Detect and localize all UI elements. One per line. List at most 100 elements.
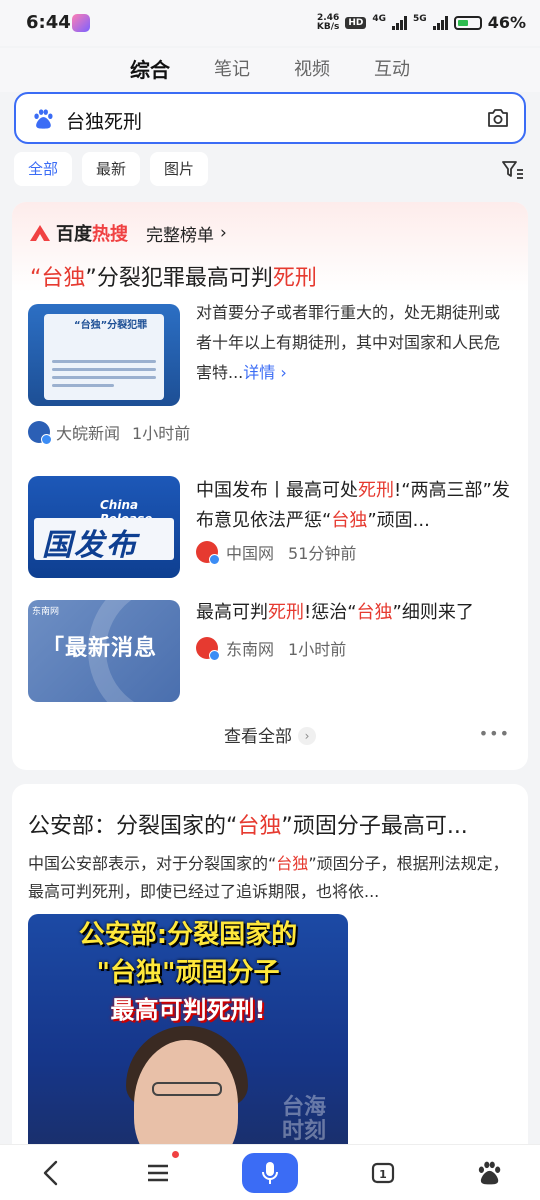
tab-all[interactable]: 综合 [130, 48, 170, 92]
bottom-navigation: 1 [0, 1144, 540, 1200]
chevron-right-icon: › [220, 223, 227, 243]
item3-title-red-2: 台独 [356, 602, 393, 623]
hot-topic-title[interactable]: “台独”分裂犯罪最高可判死刑 [30, 260, 317, 292]
item3-title-a: 最高可判 [196, 602, 268, 623]
brand-baidu: 百度 [56, 224, 92, 245]
status-bar: 6:44 2.46 KB/s HD 4G 5G 46% [0, 0, 540, 46]
result-card[interactable]: 公安部：分裂国家的“台独”顽固分子最高可... 中国公安部表示，对于分裂国家的“… [12, 784, 528, 1200]
back-icon[interactable] [40, 1159, 62, 1187]
thumb3-small-text: 东南网 [32, 607, 60, 617]
item1-source-name: 大皖新闻 [56, 424, 121, 443]
thumb1-text-lines [52, 360, 156, 392]
result-snippet-red: 台独 [276, 854, 309, 873]
view-all-label: 查看全部 [224, 727, 292, 747]
result-video-thumbnail[interactable]: 公安部:分裂国家的 "台独"顽固分子 最高可判死刑! 台海时刻 [28, 914, 348, 1154]
brand-hot: 热搜 [92, 224, 128, 245]
thumb1-label: “台独”分裂犯罪 [74, 320, 148, 331]
pages-icon[interactable]: 1 [370, 1159, 396, 1187]
item3-source: 东南网 1小时前 [196, 636, 347, 661]
item3-title-red-1: 死刑 [268, 602, 304, 623]
tab-notes[interactable]: 笔记 [214, 48, 250, 92]
item2-thumbnail[interactable]: China Release 国发布 [28, 476, 180, 578]
result-title[interactable]: 公安部：分裂国家的“台独”顽固分子最高可... [28, 808, 468, 840]
view-all-button[interactable]: 查看全部 › [12, 722, 528, 747]
item2-title-c: ”顽固... [367, 510, 430, 531]
person-glasses [152, 1082, 222, 1096]
filter-all[interactable]: 全部 [14, 152, 73, 186]
item3-title[interactable]: 最高可判死刑!惩治“台独”细则来了 [196, 598, 524, 628]
thumb3-big-text: 「最新消息 [42, 636, 158, 661]
hot-search-header[interactable]: 百度热搜 完整榜单 › [30, 220, 227, 246]
battery-icon [453, 15, 482, 30]
battery-percent: 46% [487, 13, 526, 32]
item2-title-red-1: 死刑 [358, 480, 394, 501]
item2-title[interactable]: 中国发布丨最高可处死刑!“两高三部”发布意见依法严惩“台独”顽固... [196, 476, 514, 536]
filter-chips: 全部 最新 图片 [14, 152, 209, 186]
hot-search-brand: 百度热搜 [56, 220, 128, 246]
filter-icon[interactable] [502, 160, 524, 180]
search-input[interactable]: 台独死刑 [66, 107, 142, 134]
result-snippet: 中国公安部表示，对于分裂国家的“台独”顽固分子，根据刑法规定，最高可判死刑，即使… [28, 850, 518, 906]
item3-time: 1小时前 [288, 640, 347, 659]
item2-source-name: 中国网 [226, 544, 275, 563]
search-type-tabs: 综合 笔记 视频 互动 [0, 48, 540, 92]
title-middle: ”分裂犯罪最高可判 [85, 266, 273, 291]
status-indicators: 2.46 KB/s HD 4G 5G 46% [317, 13, 526, 32]
item2-time: 51分钟前 [288, 544, 357, 563]
item1-thumbnail[interactable]: “台独”分裂犯罪 [28, 304, 180, 406]
result-title-a: 公安部：分裂国家的“ [28, 814, 238, 839]
status-time: 6:44 [26, 12, 71, 33]
item1-source: 大皖新闻 1小时前 [28, 420, 191, 445]
video-caption-line2: "台独"顽固分子 [96, 958, 280, 988]
hot-search-logo-icon [30, 225, 50, 241]
video-caption-line3: 最高可判死刑! [110, 996, 266, 1024]
item3-source-name: 东南网 [226, 640, 275, 659]
item1-snippet[interactable]: 对首要分子或者罪行重大的，处无期徒刑或者十年以上有期徒刑，其中对国家和人民危害特… [196, 298, 514, 388]
filter-images[interactable]: 图片 [150, 152, 209, 186]
item2-source: 中国网 51分钟前 [196, 540, 357, 565]
filter-latest[interactable]: 最新 [82, 152, 141, 186]
title-highlight-1: 台独 [41, 266, 86, 291]
result-title-red: 台独 [237, 814, 282, 839]
item1-time: 1小时前 [132, 424, 191, 443]
full-list-link[interactable]: 完整榜单 [146, 221, 214, 246]
chevron-right-icon: › [298, 727, 316, 745]
hot-search-card: 百度热搜 完整榜单 › “台独”分裂犯罪最高可判死刑 “台独”分裂犯罪 对首要分… [12, 202, 528, 770]
item3-thumbnail[interactable]: 东南网 「最新消息 [28, 600, 180, 702]
signal-icon [392, 15, 408, 30]
item2-title-red-2: 台独 [331, 510, 368, 531]
mic-icon [262, 1162, 278, 1184]
tab-video[interactable]: 视频 [294, 48, 330, 92]
camera-icon[interactable] [486, 107, 510, 129]
hd-badge: HD [345, 16, 367, 29]
search-box[interactable]: 台独死刑 [14, 92, 526, 144]
item3-title-b: !惩治“ [304, 602, 357, 623]
result-snippet-a: 中国公安部表示，对于分裂国家的“ [28, 854, 277, 873]
source-avatar-icon [196, 541, 220, 565]
notification-dot [172, 1151, 179, 1158]
net-5g-label: 5G [413, 13, 427, 24]
menu-icon[interactable] [146, 1159, 172, 1187]
app-notification-icon [72, 14, 90, 32]
source-avatar-icon [196, 637, 220, 661]
title-highlight-2: 死刑 [272, 266, 317, 291]
video-watermark: 台海时刻 [282, 1095, 327, 1144]
thumb1-document: “台独”分裂犯罪 [44, 314, 164, 400]
item2-title-a: 中国发布丨最高可处 [196, 480, 358, 501]
tab-interact[interactable]: 互动 [374, 48, 410, 92]
baidu-home-icon[interactable] [476, 1159, 502, 1187]
signal-icon-2 [432, 15, 448, 30]
title-quote: “ [30, 266, 42, 291]
more-options-icon[interactable]: ••• [479, 724, 510, 743]
network-speed-unit: KB/s [316, 21, 340, 32]
item3-title-c: ”细则来了 [392, 602, 474, 623]
net-4g-label: 4G [372, 13, 387, 24]
voice-search-button[interactable] [242, 1153, 298, 1193]
item1-more-link[interactable]: 详情 › [243, 363, 287, 382]
item1-snippet-text: 对首要分子或者罪行重大的，处无期徒刑或者十年以上有期徒刑，其中对国家和人民危害特… [196, 303, 501, 382]
result-title-b: ”顽固分子最高可... [281, 814, 468, 839]
source-avatar-icon [28, 421, 52, 445]
video-caption-line1: 公安部:分裂国家的 [78, 920, 298, 950]
baidu-paw-icon [34, 109, 53, 129]
thumb2-big-text: 国发布 [42, 528, 138, 563]
